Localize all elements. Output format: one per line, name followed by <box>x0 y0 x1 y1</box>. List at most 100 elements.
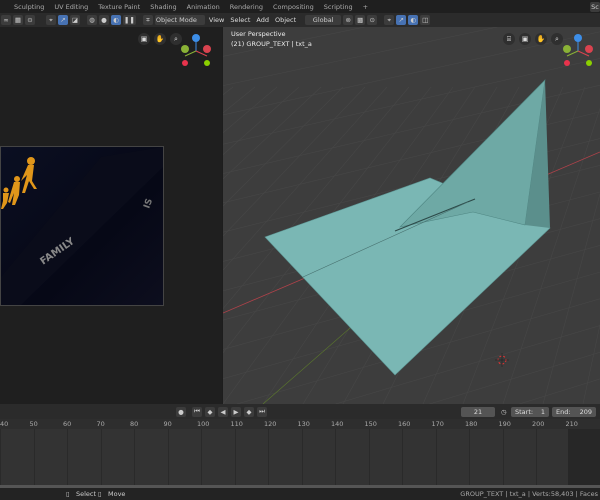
tab-sculpting[interactable]: Sculpting <box>0 3 49 11</box>
jump-start-icon[interactable]: ⏮ <box>192 406 202 417</box>
end-frame-field[interactable]: End: 209 <box>552 406 596 417</box>
timeline-tick: 40 <box>0 420 9 428</box>
tab-texture-paint[interactable]: Texture Paint <box>93 3 145 11</box>
menu-select[interactable]: Select <box>227 16 253 24</box>
current-frame: 21 <box>473 407 483 416</box>
timeline-tick: 190 <box>498 420 511 428</box>
ortho-toggle-icon[interactable]: ⌸ <box>503 33 515 45</box>
timeline-gridline <box>335 429 336 485</box>
play-icon[interactable]: ▶ <box>231 406 241 417</box>
pan-hand-icon[interactable]: ✋ <box>535 33 547 45</box>
menu-add[interactable]: Add <box>253 16 272 24</box>
nav-controls: ▣ ✋ ⌕ <box>138 33 182 45</box>
tab-shading[interactable]: Shading <box>145 3 181 11</box>
y-axis-icon <box>563 45 571 53</box>
shading-solid-icon[interactable]: ● <box>99 15 109 25</box>
grid-line <box>223 86 344 207</box>
timeline-tick: 200 <box>532 420 545 428</box>
axis-gizmo[interactable] <box>178 33 214 69</box>
play-reverse-icon[interactable]: ◀ <box>218 406 228 417</box>
timeline-ruler[interactable]: 40 50 60 70 80 90 100 110 120 130 140 150 160 170 180 1… <box>0 419 600 429</box>
scene-selector[interactable]: Sc <box>590 1 600 12</box>
timeline-tick: 110 <box>230 420 243 428</box>
grid-line <box>223 86 300 155</box>
is-text: IS <box>142 197 155 210</box>
playback-controls: ● ⏮ ◆ ◀ ▶ ◆ ⏭ <box>175 406 268 417</box>
timeline-tick: 60 <box>63 420 72 428</box>
gizmo-toggle-icon[interactable]: ↗ <box>58 15 68 25</box>
stopwatch-icon[interactable]: ◷ <box>501 408 507 416</box>
record-icon[interactable]: ● <box>176 406 186 417</box>
current-frame-field[interactable]: 21 <box>461 406 495 417</box>
camera-view-icon[interactable]: ▣ <box>519 33 531 45</box>
overlay-toggle-icon[interactable]: ◐ <box>408 15 419 25</box>
overlay-icon[interactable]: ▦ <box>13 15 23 25</box>
grid-line <box>542 193 600 404</box>
mode-selector[interactable]: Object Mode <box>154 15 205 25</box>
overlays-icon[interactable]: ◪ <box>70 15 80 25</box>
tab-rendering[interactable]: Rendering <box>225 3 268 11</box>
vertical-plane <box>399 79 546 228</box>
nav-controls: ⌸ ▣ ✋ ⌕ <box>503 33 563 45</box>
3d-viewport[interactable]: User Perspective (21) GROUP_TEXT | txt_a… <box>223 27 600 404</box>
menu-view[interactable]: View <box>206 16 227 24</box>
status-info: GROUP_TEXT | txt_a | Verts:58,403 | Face… <box>460 490 598 498</box>
next-keyframe-icon[interactable]: ◆ <box>244 406 254 417</box>
prev-keyframe-icon[interactable]: ◆ <box>205 406 215 417</box>
pause-icon[interactable]: ❚❚ <box>123 15 136 25</box>
tab-compositing[interactable]: Compositing <box>268 3 319 11</box>
shading-wire-icon[interactable]: ◍ <box>87 15 97 25</box>
xray-icon[interactable]: ◫ <box>420 15 431 25</box>
timeline-gridline <box>268 429 269 485</box>
timeline-gridline <box>167 429 169 485</box>
shading-rendered-icon[interactable]: ◐ <box>111 15 121 25</box>
proportional-edit-icon[interactable]: ⊙ <box>367 15 378 25</box>
3d-cursor-icon <box>495 353 509 367</box>
proportional-icon[interactable]: ⊙ <box>25 15 35 25</box>
tab-scripting[interactable]: Scripting <box>319 3 358 11</box>
timeline-tick: 150 <box>364 420 377 428</box>
y-axis-icon <box>181 45 189 53</box>
timeline-tick: 210 <box>565 420 578 428</box>
camera-icon[interactable]: ⌖ <box>46 15 56 25</box>
tab-animation[interactable]: Animation <box>182 3 225 11</box>
scene-canvas[interactable] <box>223 27 600 404</box>
add-workspace-button[interactable]: + <box>358 3 373 11</box>
out-of-range-shade <box>568 429 600 485</box>
mouse-left-icon: ▯ <box>66 490 70 498</box>
timeline-tick: 120 <box>264 420 277 428</box>
editor-type-icon[interactable]: ⌗ <box>142 15 153 25</box>
status-move: Move <box>108 490 126 498</box>
perspective-label: User Perspective <box>231 30 286 38</box>
start-label: Start: <box>515 407 534 416</box>
pivot-icon[interactable]: ⊚ <box>343 15 354 25</box>
menu-object[interactable]: Object <box>272 16 299 24</box>
pan-hand-icon[interactable]: ✋ <box>154 33 166 45</box>
image-viewport[interactable]: ▣ ✋ ⌕ FAMILY IS <box>0 27 222 404</box>
camera-view-icon[interactable]: ▣ <box>138 33 150 45</box>
orientation-selector[interactable]: Global <box>305 15 342 25</box>
visibility-icon[interactable]: ⌖ <box>384 15 395 25</box>
mode-label: Object Mode <box>155 16 197 24</box>
timeline-tick: 180 <box>465 420 478 428</box>
axis-gizmo[interactable] <box>560 33 596 69</box>
timeline-tick: 50 <box>29 420 38 428</box>
timeline-tick: 170 <box>431 420 444 428</box>
status-bar: ▯ Select ▯ Move GROUP_TEXT | txt_a | Ver… <box>0 488 600 500</box>
snap-icon[interactable]: ∞ <box>1 15 11 25</box>
timeline-track[interactable] <box>0 429 600 485</box>
grid-line <box>223 86 278 133</box>
status-select: Select <box>76 490 97 498</box>
timeline-tick: 90 <box>163 420 172 428</box>
timeline-tick: 140 <box>331 420 344 428</box>
grid-line <box>519 378 600 404</box>
x-axis-icon <box>585 45 593 53</box>
tab-uv-editing[interactable]: UV Editing <box>49 3 93 11</box>
timeline-gridline <box>234 429 236 485</box>
family-illustration: FAMILY IS <box>1 147 163 305</box>
gizmo-icon[interactable]: ↗ <box>396 15 407 25</box>
timeline-tick: 160 <box>398 420 411 428</box>
start-frame-field[interactable]: Start: 1 <box>511 406 549 417</box>
jump-end-icon[interactable]: ⏭ <box>257 406 267 417</box>
snap-toggle-icon[interactable]: ▩ <box>355 15 366 25</box>
